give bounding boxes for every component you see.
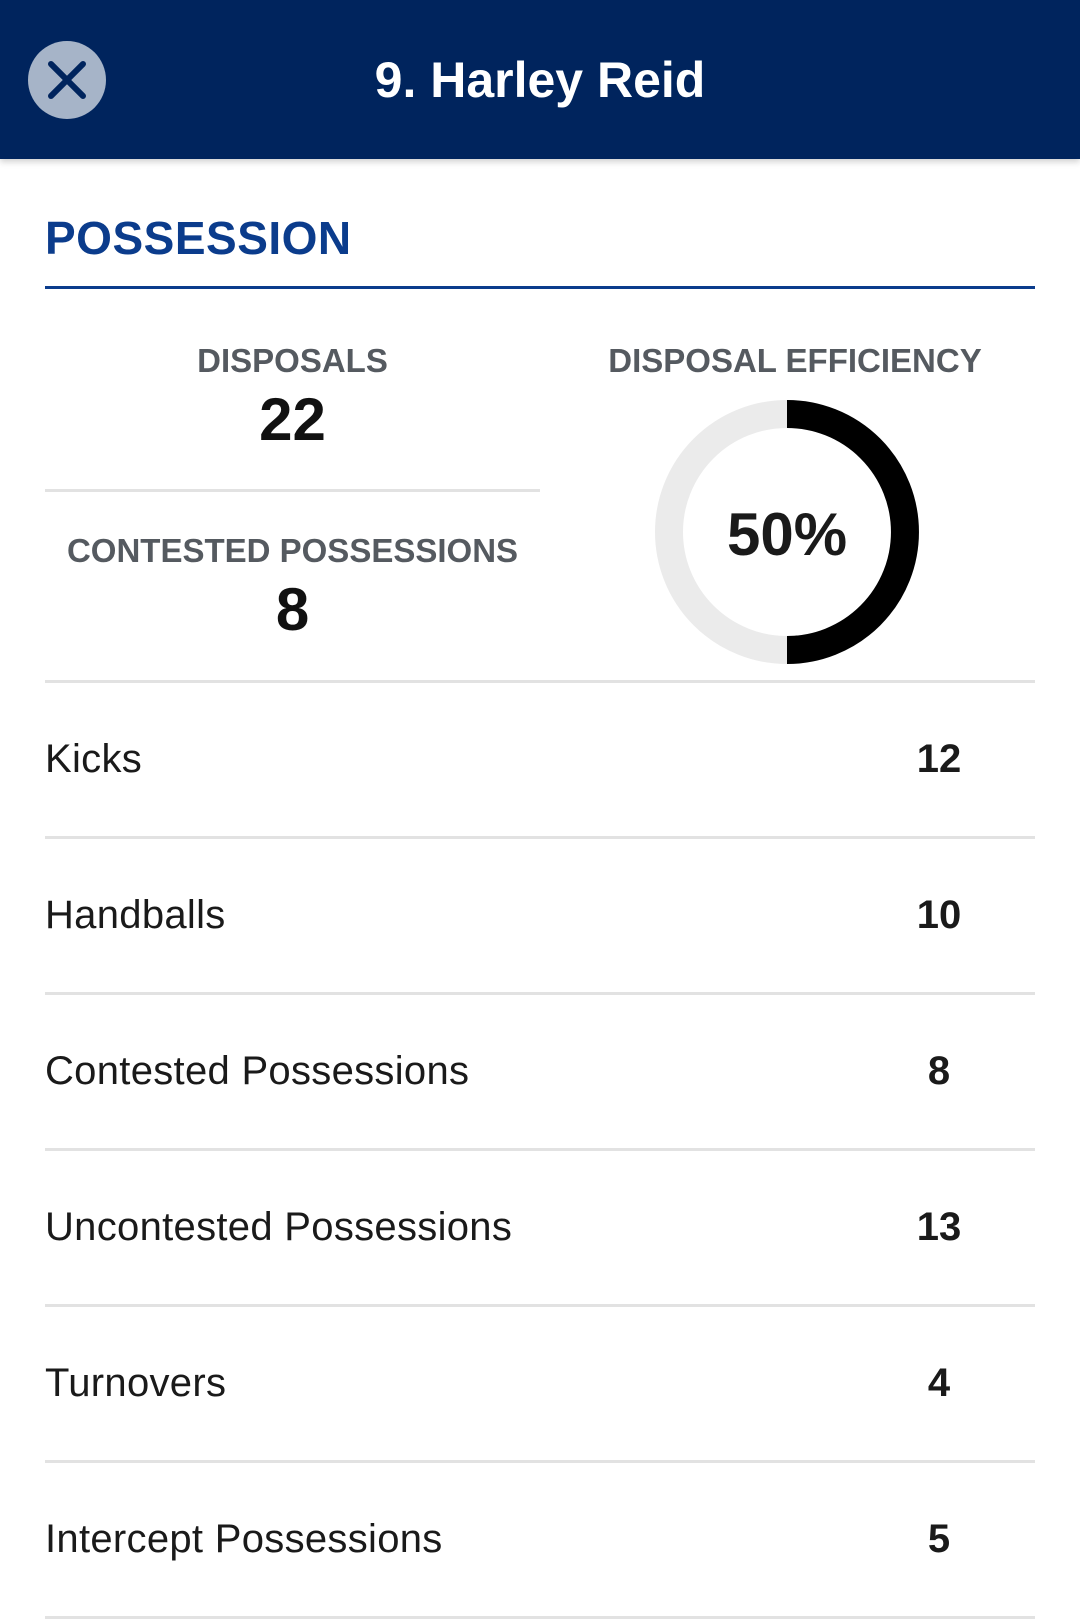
stat-row-label: Kicks xyxy=(45,737,143,781)
row-divider xyxy=(45,1616,1035,1619)
stat-row-value: 4 xyxy=(927,1361,951,1405)
stat-row: Uncontested Possessions 13 xyxy=(45,1151,1035,1304)
stat-row-value: 10 xyxy=(916,893,962,937)
stat-row-value: 5 xyxy=(927,1517,951,1561)
stat-row-label: Handballs xyxy=(45,893,226,937)
section-underline xyxy=(45,286,1035,289)
disposal-efficiency-value: 50% xyxy=(726,501,848,568)
disposals-value: 22 xyxy=(259,386,326,453)
stat-row: Intercept Possessions 5 xyxy=(45,1463,1035,1616)
disposal-efficiency-label: DISPOSAL EFFICIENCY xyxy=(608,342,982,379)
stat-row-label: Uncontested Possessions xyxy=(45,1205,513,1249)
contested-possessions-value: 8 xyxy=(275,576,310,643)
stat-row-label: Intercept Possessions xyxy=(45,1517,443,1561)
stat-row: Handballs 10 xyxy=(45,839,1035,992)
player-title: 9. Harley Reid xyxy=(374,52,706,108)
stat-row-label: Turnovers xyxy=(45,1361,227,1405)
stat-row-value: 13 xyxy=(916,1205,962,1249)
header-bar: 9. Harley Reid xyxy=(0,0,1080,159)
stat-row: Contested Possessions 8 xyxy=(45,995,1035,1148)
stat-row-value: 12 xyxy=(916,737,962,781)
section-title: POSSESSION xyxy=(45,212,352,264)
stats-list: Kicks 12 Handballs 10 Contested Possessions 8… xyxy=(45,680,1035,1619)
stat-row-value: 8 xyxy=(927,1049,951,1093)
disposals-label: DISPOSALS xyxy=(197,342,388,379)
stat-row-label: Contested Possessions xyxy=(45,1049,470,1093)
stat-row: Kicks 12 xyxy=(45,683,1035,836)
stat-row: Turnovers 4 xyxy=(45,1307,1035,1460)
summary-divider xyxy=(45,489,540,492)
contested-possessions-label: CONTESTED POSSESSIONS xyxy=(66,532,519,569)
